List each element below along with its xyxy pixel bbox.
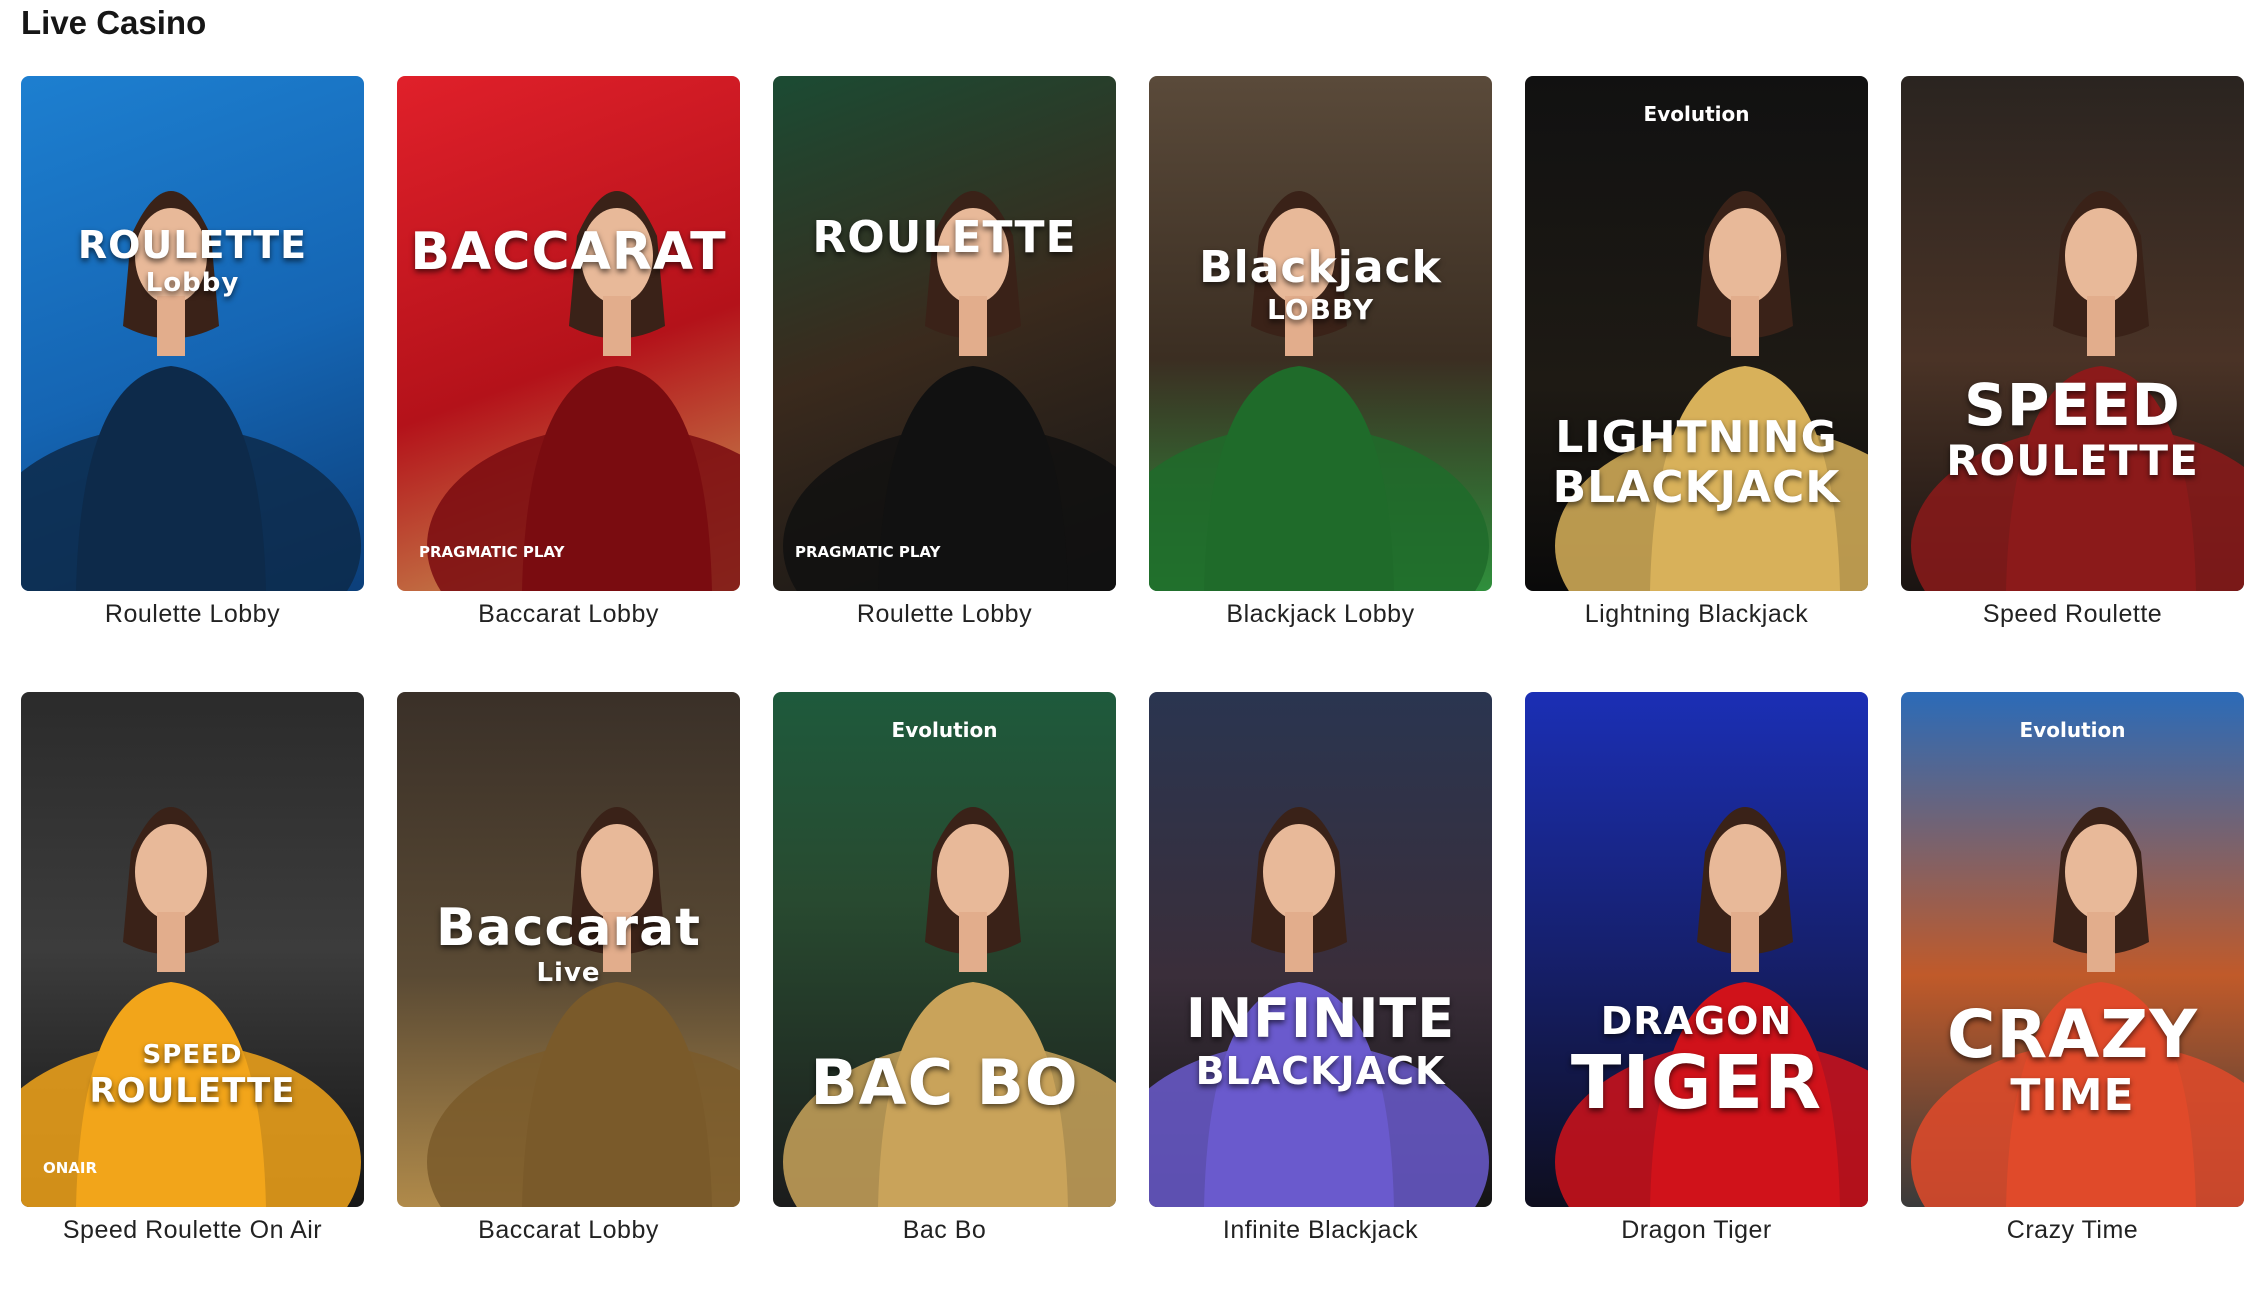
game-logo-subtitle: TIME (2010, 1070, 2135, 1121)
game-tile[interactable]: DRAGON TIGER Dragon Tiger (1525, 692, 1868, 1308)
provider-logo: Evolution (891, 718, 998, 742)
game-logo-title: LIGHTNING (1555, 412, 1838, 463)
provider-logo: Evolution (2019, 718, 2126, 742)
game-title[interactable]: Baccarat Lobby (397, 1216, 740, 1245)
game-title[interactable]: Roulette Lobby (21, 600, 364, 629)
game-logo-title: SPEED (1964, 371, 2181, 439)
game-title[interactable]: Roulette Lobby (773, 600, 1116, 629)
game-logo-subtitle: TIGER (1570, 1040, 1823, 1126)
dealer-image (1149, 807, 1489, 1207)
game-title[interactable]: Speed Roulette (1901, 600, 2244, 629)
game-tile[interactable]: Blackjack LOBBY Blackjack Lobby (1149, 76, 1492, 692)
game-thumbnail[interactable]: Baccarat Live (397, 692, 740, 1207)
game-tile[interactable]: Baccarat Live Baccarat Lobby (397, 692, 740, 1308)
game-thumbnail[interactable]: Evolution LIGHTNING BLACKJACK (1525, 76, 1868, 591)
game-logo-title: BAC BO (810, 1046, 1079, 1119)
provider-logo: PRAGMATIC PLAY (419, 543, 565, 561)
game-title[interactable]: Speed Roulette On Air (21, 1216, 364, 1245)
game-logo-title: SPEED (142, 1040, 243, 1070)
game-logo: ROULETTE Lobby (21, 226, 364, 296)
provider-logo: ONAIR (43, 1159, 98, 1177)
game-logo: INFINITE BLACKJACK (1149, 987, 1492, 1093)
game-thumbnail[interactable]: PRAGMATIC PLAY ROULETTE (773, 76, 1116, 591)
game-logo-title: BACCARAT (410, 222, 727, 282)
game-thumbnail[interactable]: SPEED ROULETTE (1901, 76, 2244, 591)
game-logo-title: INFINITE (1185, 987, 1456, 1050)
game-title[interactable]: Lightning Blackjack (1525, 600, 1868, 629)
game-tile[interactable]: Evolution BAC BO Bac Bo (773, 692, 1116, 1308)
game-thumbnail[interactable]: INFINITE BLACKJACK (1149, 692, 1492, 1207)
dealer-image (783, 807, 1116, 1207)
game-title[interactable]: Infinite Blackjack (1149, 1216, 1492, 1245)
game-title[interactable]: Dragon Tiger (1525, 1216, 1868, 1245)
provider-logo: PRAGMATIC PLAY (795, 543, 941, 561)
game-tile[interactable]: ONAIR SPEED ROULETTE Speed Roulette On Air (21, 692, 364, 1308)
section-title: Live Casino (21, 4, 207, 41)
provider-logo: Evolution (1643, 102, 1750, 126)
games-grid: ROULETTE Lobby Roulette Lobby PRAGMATIC PLA… (21, 76, 2244, 1308)
game-logo-subtitle: ROULETTE (89, 1071, 296, 1111)
game-logo-title: DRAGON (1600, 999, 1793, 1043)
dealer-image (1555, 191, 1868, 591)
game-logo-subtitle: BLACKJACK (1195, 1049, 1446, 1093)
game-logo-title: ROULETTE (812, 212, 1077, 263)
dealer-image (783, 191, 1116, 591)
dealer-image (1149, 191, 1489, 591)
game-title[interactable]: Bac Bo (773, 1216, 1116, 1245)
game-thumbnail[interactable]: Evolution BAC BO (773, 692, 1116, 1207)
game-logo-title: CRAZY (1947, 996, 2198, 1073)
game-logo: SPEED ROULETTE (1901, 376, 2244, 482)
game-thumbnail[interactable]: Evolution CRAZY TIME (1901, 692, 2244, 1207)
game-title[interactable]: Baccarat Lobby (397, 600, 740, 629)
game-tile[interactable]: PRAGMATIC PLAY ROULETTE Roulette Lobby (773, 76, 1116, 692)
game-logo-subtitle: LOBBY (1266, 293, 1375, 326)
game-logo-title: ROULETTE (77, 223, 308, 267)
game-logo: CRAZY TIME (1901, 1002, 2244, 1118)
game-logo-subtitle: ROULETTE (1946, 436, 2199, 485)
game-logo: BACCARAT (397, 226, 740, 278)
game-thumbnail[interactable]: ONAIR SPEED ROULETTE (21, 692, 364, 1207)
live-casino-page: Live Casino ROULETTE Lobby Roulette Lobby P… (0, 0, 2264, 1258)
game-logo: BAC BO (773, 1052, 1116, 1114)
game-logo: Baccarat Live (397, 902, 740, 986)
game-thumbnail[interactable]: Blackjack LOBBY (1149, 76, 1492, 591)
game-tile[interactable]: Evolution CRAZY TIME Crazy Time (1901, 692, 2244, 1308)
dealer-image (21, 191, 361, 591)
game-tile[interactable]: INFINITE BLACKJACK Infinite Blackjack (1149, 692, 1492, 1308)
game-title[interactable]: Blackjack Lobby (1149, 600, 1492, 629)
dealer-image (21, 807, 361, 1207)
game-logo: ROULETTE (773, 216, 1116, 260)
game-logo-subtitle: Lobby (145, 268, 240, 298)
dealer-image (1911, 807, 2244, 1207)
game-logo: DRAGON TIGER (1525, 1002, 1868, 1120)
game-logo-subtitle: Live (536, 958, 601, 988)
game-thumbnail[interactable]: ROULETTE Lobby (21, 76, 364, 591)
game-logo: LIGHTNING BLACKJACK (1525, 416, 1868, 510)
game-logo-title: Blackjack (1199, 242, 1442, 293)
game-logo: Blackjack LOBBY (1149, 246, 1492, 324)
game-logo-title: Baccarat (435, 898, 702, 958)
game-logo: SPEED ROULETTE (21, 1042, 364, 1108)
dealer-image (1911, 191, 2244, 591)
dealer-image (427, 191, 740, 591)
game-logo-subtitle: BLACKJACK (1552, 462, 1841, 513)
game-tile[interactable]: Evolution LIGHTNING BLACKJACK Lightning Bla… (1525, 76, 1868, 692)
game-tile[interactable]: SPEED ROULETTE Speed Roulette (1901, 76, 2244, 692)
game-thumbnail[interactable]: DRAGON TIGER (1525, 692, 1868, 1207)
dealer-image (1555, 807, 1868, 1207)
game-tile[interactable]: ROULETTE Lobby Roulette Lobby (21, 76, 364, 692)
game-title[interactable]: Crazy Time (1901, 1216, 2244, 1245)
game-thumbnail[interactable]: PRAGMATIC PLAY BACCARAT (397, 76, 740, 591)
game-tile[interactable]: PRAGMATIC PLAY BACCARAT Baccarat Lobby (397, 76, 740, 692)
